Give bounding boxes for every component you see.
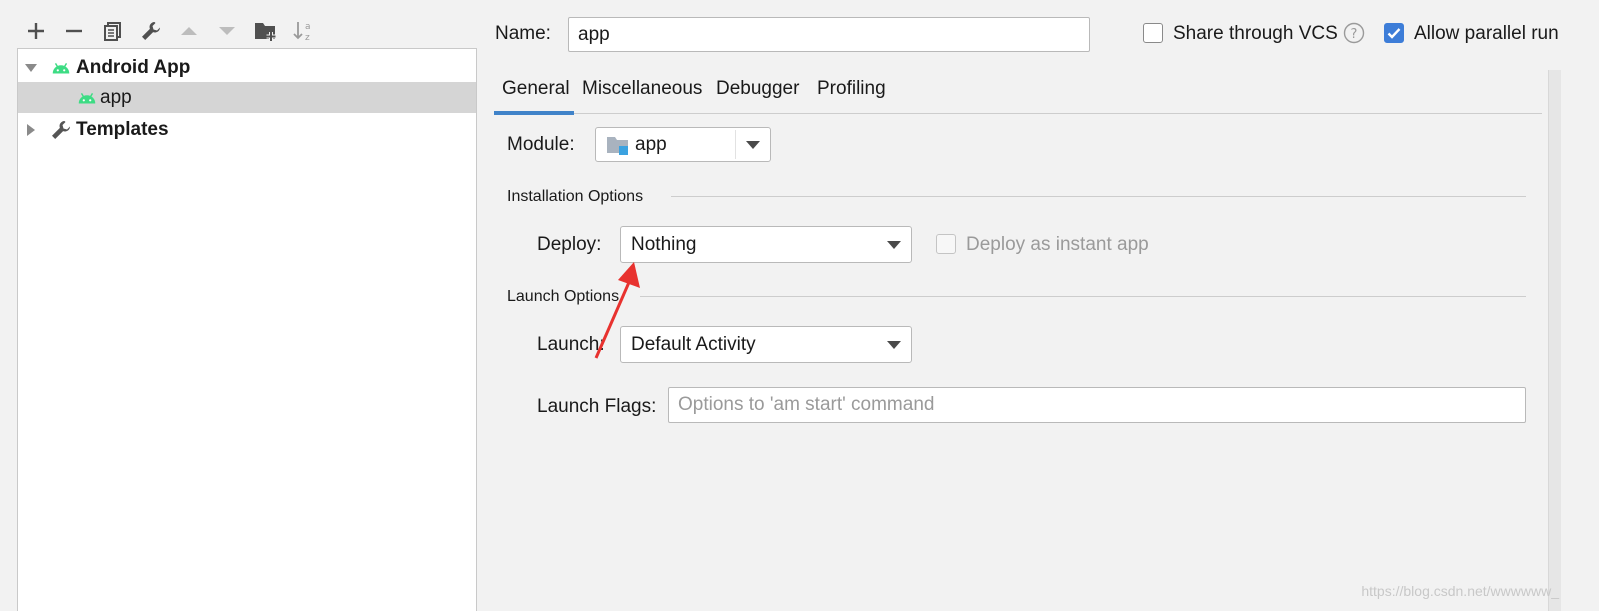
tree-item-templates[interactable]: Templates	[18, 114, 476, 145]
launch-dropdown[interactable]: Default Activity	[620, 326, 912, 363]
name-field[interactable]: app	[568, 17, 1090, 52]
instant-app-label[interactable]: Deploy as instant app	[966, 234, 1149, 256]
tab-debugger[interactable]: Debugger	[716, 78, 799, 100]
expanded-arrow-icon[interactable]	[23, 60, 39, 76]
chevron-down-icon	[746, 140, 760, 149]
launch-flags-field[interactable]: Options to 'am start' command	[668, 387, 1526, 423]
toolbar: az	[18, 14, 458, 46]
arrow-up-icon[interactable]	[174, 16, 204, 46]
module-label: Module:	[507, 134, 575, 155]
name-field-value: app	[578, 23, 610, 45]
svg-text:a: a	[305, 22, 311, 32]
installation-options-title: Installation Options	[507, 188, 644, 205]
active-tab-indicator	[494, 111, 574, 115]
android-icon	[52, 63, 70, 74]
scrollbar[interactable]	[1548, 70, 1561, 611]
deploy-value: Nothing	[631, 233, 697, 255]
help-icon[interactable]: ?	[1343, 22, 1365, 44]
checkmark-icon	[1387, 28, 1401, 39]
collapsed-arrow-icon[interactable]	[23, 122, 39, 138]
deploy-dropdown[interactable]: Nothing	[620, 226, 912, 263]
module-value: app	[635, 133, 667, 155]
folder-add-icon[interactable]	[251, 16, 281, 46]
wrench-icon	[52, 121, 70, 139]
watermark: https://blog.csdn.net/wwwwww_	[1361, 583, 1559, 599]
tabs-divider	[494, 113, 1542, 114]
tab-miscellaneous[interactable]: Miscellaneous	[582, 78, 702, 100]
allow-parallel-checkbox[interactable]	[1384, 23, 1404, 43]
tree-item-label: Android App	[76, 56, 191, 78]
minus-icon[interactable]	[59, 16, 89, 46]
sort-az-icon[interactable]: az	[289, 16, 319, 46]
chevron-down-icon	[887, 240, 901, 249]
svg-text:z: z	[305, 33, 310, 43]
launch-flags-label: Launch Flags:	[537, 396, 657, 417]
module-dropdown[interactable]: app	[595, 127, 771, 162]
svg-text:?: ?	[1351, 27, 1358, 42]
chevron-down-icon	[887, 340, 901, 349]
arrow-down-icon[interactable]	[212, 16, 242, 46]
tab-general[interactable]: General	[502, 78, 570, 100]
configuration-tree[interactable]: Android App app Templates	[17, 48, 477, 611]
tab-profiling[interactable]: Profiling	[817, 78, 886, 100]
wrench-icon[interactable]	[136, 16, 166, 46]
share-vcs-checkbox[interactable]	[1143, 23, 1163, 43]
instant-app-checkbox[interactable]	[936, 234, 956, 254]
annotation-arrow-icon	[594, 262, 640, 359]
android-icon	[78, 93, 96, 104]
tree-item-android-app[interactable]: Android App	[18, 52, 476, 83]
add-icon[interactable]	[21, 16, 51, 46]
allow-parallel-label[interactable]: Allow parallel run	[1414, 23, 1559, 45]
tree-item-label: app	[100, 86, 132, 108]
deploy-label: Deploy:	[537, 234, 602, 255]
launch-separator	[640, 296, 1526, 297]
share-vcs-label[interactable]: Share through VCS	[1173, 23, 1338, 45]
copy-icon[interactable]	[98, 16, 128, 46]
module-folder-icon	[607, 136, 628, 155]
tree-item-app[interactable]: app	[18, 82, 476, 113]
name-label: Name:	[495, 23, 551, 44]
launch-flags-placeholder: Options to 'am start' command	[678, 394, 935, 415]
installation-separator	[671, 196, 1526, 197]
tree-item-label: Templates	[76, 118, 169, 140]
